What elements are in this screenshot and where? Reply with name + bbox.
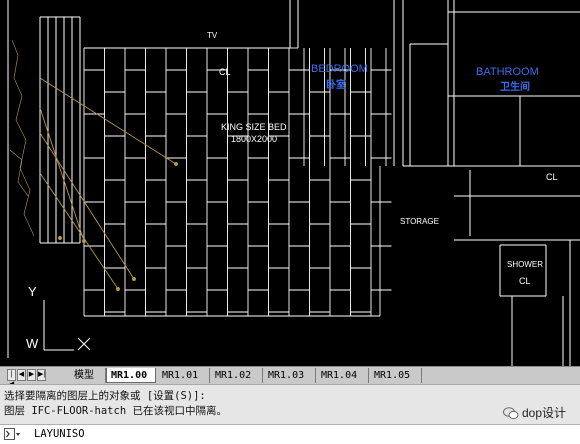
storage-label: STORAGE: [400, 217, 439, 226]
closet-label: CL: [519, 276, 531, 286]
previous-tab-button[interactable]: ◀: [17, 369, 26, 381]
watermark-text: dop设计: [521, 406, 566, 420]
bed-size-label: 1800X2000: [231, 134, 277, 144]
ucs-y-label: Y: [28, 284, 37, 299]
tab-mr1-04[interactable]: MR1.04: [317, 368, 369, 383]
tab-model[interactable]: 模型: [70, 368, 106, 383]
command-input[interactable]: LAYUNISO: [34, 428, 85, 441]
room-name-bedroom-cn: 卧室: [326, 78, 346, 91]
tab-mr1-01[interactable]: MR1.01: [158, 368, 210, 383]
command-history: 选择要隔离的图层上的对象或 [设置(S)]: 图层 IFC-FLOOR-hatc…: [0, 384, 580, 424]
last-tab-button[interactable]: ▶|: [37, 369, 46, 381]
watermark: dop设计: [502, 404, 566, 421]
room-name-bedroom: BEDROOM: [311, 63, 368, 75]
room-name-bathroom: BATHROOM: [476, 66, 539, 78]
first-tab-button[interactable]: |◀: [7, 369, 16, 388]
room-name-bathroom-cn: 卫生间: [500, 80, 530, 93]
cad-drawing-viewport[interactable]: TV CL BEDROOM 卧室 BATHROOM 卫生间 KING SIZE …: [0, 0, 580, 366]
wechat-icon: [502, 407, 519, 420]
command-history-line: 选择要隔离的图层上的对象或 [设置(S)]:: [4, 390, 206, 402]
closet-label: CL: [219, 67, 231, 77]
command-history-line: 图层 IFC-FLOOR-hatch 已在该视口中隔离。: [4, 405, 227, 417]
tab-mr1-02[interactable]: MR1.02: [211, 368, 263, 383]
next-tab-button[interactable]: ▶: [27, 369, 36, 381]
bed-name-label: KING SIZE BED: [221, 122, 287, 132]
tab-mr1-05[interactable]: MR1.05: [370, 368, 422, 383]
layout-tab-bar: |◀ ◀ ▶ ▶| 模型 MR1.00 MR1.01 MR1.02 MR1.03…: [0, 366, 580, 388]
shower-label: SHOWER: [507, 260, 543, 269]
command-line-icon[interactable]: [4, 428, 20, 440]
closet-label: CL: [546, 172, 558, 182]
tab-mr1-00[interactable]: MR1.00: [106, 368, 156, 383]
ucs-w-label: W: [26, 336, 39, 351]
command-line[interactable]: LAYUNISO: [0, 424, 580, 444]
tab-mr1-03[interactable]: MR1.03: [264, 368, 316, 383]
tv-label: TV: [207, 31, 218, 40]
